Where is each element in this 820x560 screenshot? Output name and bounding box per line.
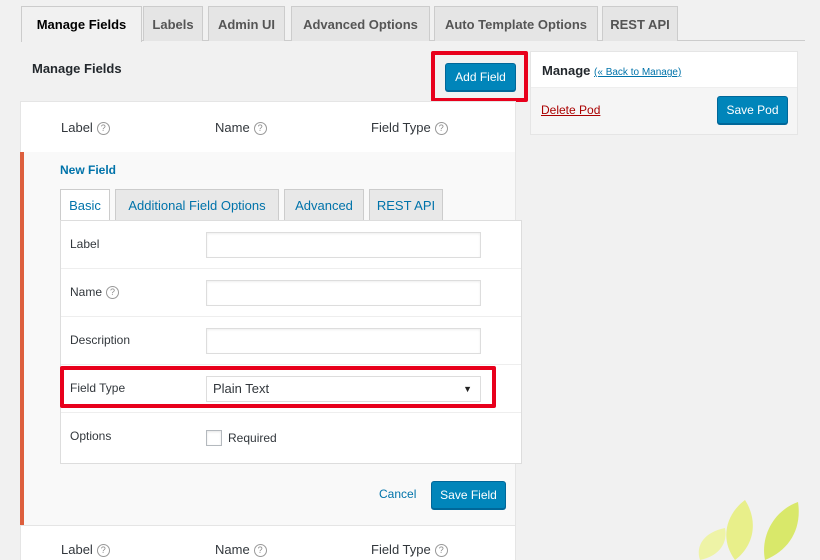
tab-rest-api[interactable]: REST API [602, 6, 678, 41]
tab-labels[interactable]: Labels [143, 6, 203, 41]
leaf-decoration-icon [698, 500, 799, 560]
field-title[interactable]: New Field [60, 163, 116, 177]
description-field-label: Description [70, 333, 131, 347]
row-name: Name? [61, 269, 521, 317]
tab-admin-ui[interactable]: Admin UI [208, 6, 285, 41]
name-input[interactable] [206, 280, 481, 306]
back-to-manage-link[interactable]: (« Back to Manage) [594, 67, 681, 78]
required-checkbox[interactable] [206, 430, 222, 446]
side-panel-header: Manage (« Back to Manage) [531, 52, 797, 88]
tab-advanced-options[interactable]: Advanced Options [291, 6, 430, 41]
column-name: Name? [215, 542, 267, 557]
add-field-button[interactable]: Add Field [445, 63, 516, 91]
delete-pod-link[interactable]: Delete Pod [541, 103, 600, 117]
field-form: Label Name? Description Field Type Plain… [60, 220, 522, 464]
field-edit-panel: New Field Basic Additional Field Options… [20, 152, 522, 525]
column-field-type: Field Type? [371, 542, 448, 557]
field-tab-advanced[interactable]: Advanced [284, 189, 364, 220]
row-field-type: Field Type Plain Text ▼ [61, 365, 521, 413]
description-input[interactable] [206, 328, 481, 354]
field-tab-rest-api[interactable]: REST API [369, 189, 443, 220]
field-type-select[interactable]: Plain Text ▼ [206, 376, 481, 402]
row-options: Options Required [61, 413, 521, 461]
row-label: Label [61, 221, 521, 269]
column-name: Name? [215, 120, 267, 135]
help-icon[interactable]: ? [253, 122, 267, 135]
help-icon[interactable]: ? [434, 122, 448, 135]
name-field-label: Name? [70, 285, 120, 299]
field-tab-additional-options[interactable]: Additional Field Options [115, 189, 279, 220]
cancel-link[interactable]: Cancel [379, 487, 416, 501]
help-icon[interactable]: ? [96, 122, 110, 135]
required-label[interactable]: Required [228, 431, 277, 445]
top-tab-bar: Manage Fields Labels Admin UI Advanced O… [21, 6, 805, 42]
field-type-label: Field Type [70, 381, 126, 395]
save-pod-button[interactable]: Save Pod [717, 96, 788, 124]
tab-manage-fields[interactable]: Manage Fields [21, 6, 142, 42]
help-icon[interactable]: ? [106, 286, 120, 299]
help-icon[interactable]: ? [434, 544, 448, 557]
field-tab-basic[interactable]: Basic [60, 189, 110, 221]
active-field-accent [20, 152, 24, 525]
column-label: Label? [61, 120, 110, 135]
side-panel-title: Manage (« Back to Manage) [542, 63, 682, 78]
field-columns-header: Label? Name? Field Type? [20, 101, 516, 153]
help-icon[interactable]: ? [96, 544, 110, 557]
save-field-button[interactable]: Save Field [431, 481, 506, 509]
field-columns-footer: Label? Name? Field Type? [20, 525, 516, 560]
help-icon[interactable]: ? [253, 544, 267, 557]
manage-fields-header: Manage Fields [20, 48, 516, 100]
row-description: Description [61, 317, 521, 365]
column-field-type: Field Type? [371, 120, 448, 135]
field-type-value: Plain Text [213, 381, 270, 396]
tab-auto-template-options[interactable]: Auto Template Options [434, 6, 598, 41]
column-label: Label? [61, 542, 110, 557]
dropdown-arrow-icon: ▼ [463, 384, 472, 394]
label-input[interactable] [206, 232, 481, 258]
label-field-label: Label [70, 237, 100, 251]
options-label: Options [70, 429, 112, 443]
page-title: Manage Fields [32, 61, 122, 76]
